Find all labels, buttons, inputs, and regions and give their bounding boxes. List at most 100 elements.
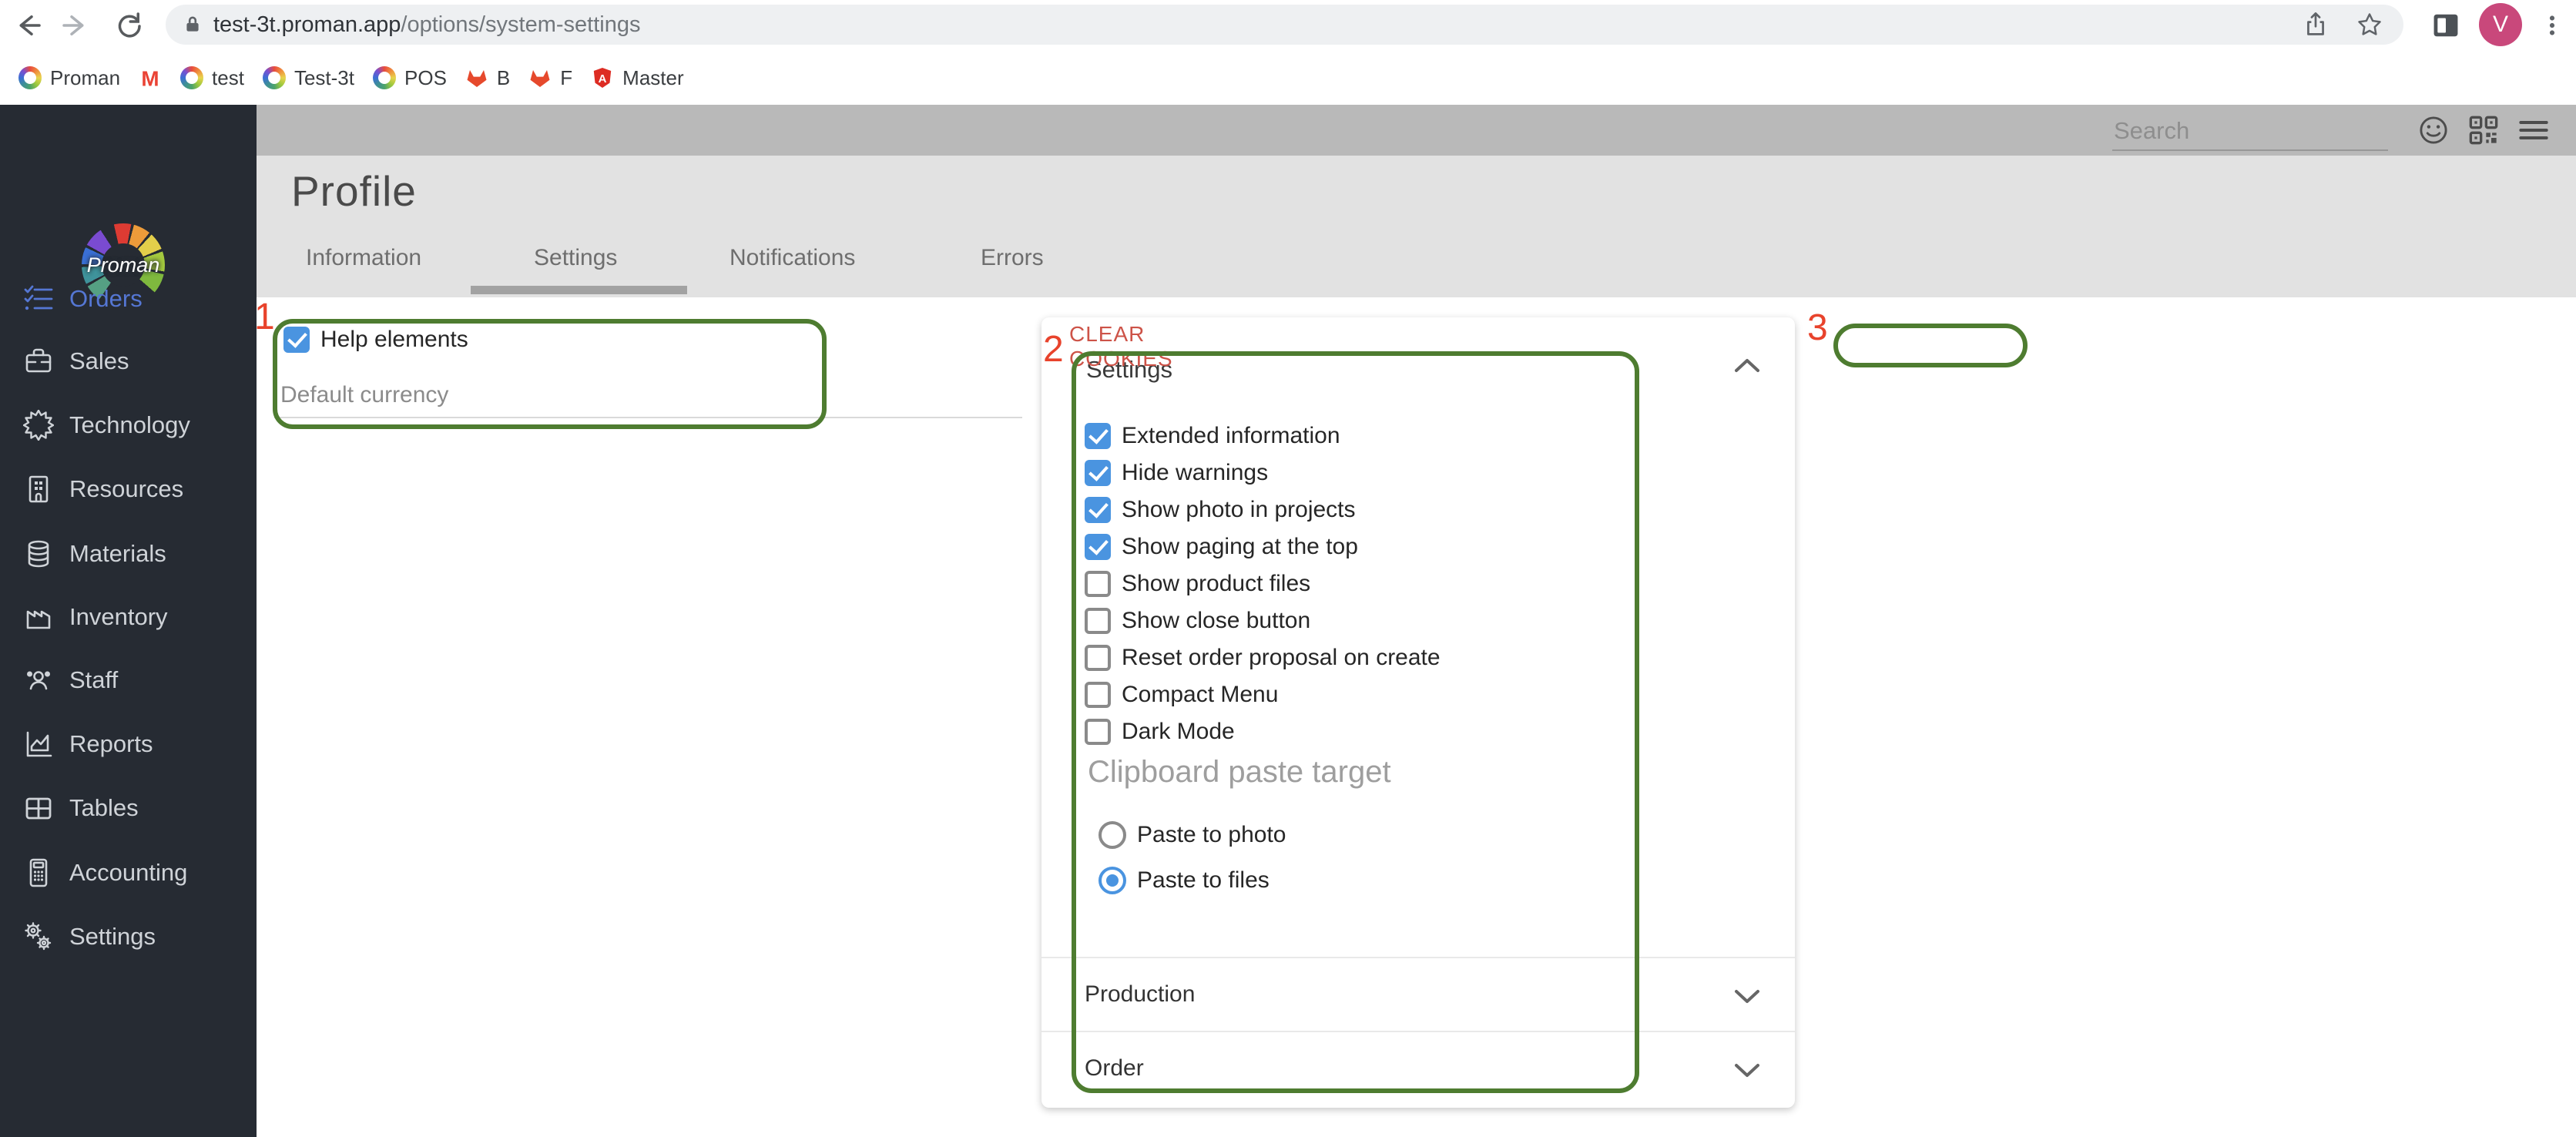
bookmark-b[interactable]: B bbox=[465, 66, 510, 90]
order-section-header[interactable]: Order bbox=[1085, 1055, 1144, 1082]
extended-information-checkbox[interactable] bbox=[1085, 423, 1111, 449]
proman-ring-icon bbox=[18, 66, 42, 89]
show-close-button-checkbox[interactable] bbox=[1085, 608, 1111, 634]
share-icon[interactable] bbox=[2302, 11, 2329, 39]
help-elements-checkbox[interactable] bbox=[283, 327, 310, 353]
search-input[interactable] bbox=[2112, 111, 2391, 151]
help-elements-row[interactable]: Help elements bbox=[283, 326, 468, 354]
clipboard-paste-target-heading: Clipboard paste target bbox=[1088, 755, 1391, 789]
bookmark-pos[interactable]: POS bbox=[373, 66, 447, 90]
title-zone: Profile Information Settings Notificatio… bbox=[257, 156, 2576, 297]
annotation-number-1: 1 bbox=[254, 297, 275, 337]
tab-notifications[interactable]: Notifications bbox=[730, 245, 855, 271]
chevron-down-icon[interactable] bbox=[1734, 989, 1760, 1005]
proman-ring-icon bbox=[180, 66, 204, 89]
sidebar-item-settings[interactable]: Settings bbox=[0, 911, 257, 962]
calculator-icon bbox=[23, 857, 54, 888]
sidebar: Proman Orders Sales Technology Resources… bbox=[0, 105, 257, 1137]
sidebar-item-accounting[interactable]: Accounting bbox=[0, 847, 257, 898]
settings-card: Settings Extended information Hide warni… bbox=[1041, 317, 1795, 1108]
bookmark-test[interactable]: test bbox=[180, 66, 244, 90]
checkbox-row[interactable]: Show product files bbox=[1085, 570, 1310, 598]
show-product-files-checkbox[interactable] bbox=[1085, 571, 1111, 597]
clear-cookies-button[interactable]: CLEAR COOKIES bbox=[1069, 322, 1254, 371]
smiley-icon[interactable] bbox=[2418, 115, 2449, 146]
sidebar-item-orders[interactable]: Orders bbox=[0, 273, 257, 324]
tab-settings[interactable]: Settings bbox=[534, 245, 617, 271]
bookmark-proman[interactable]: Proman bbox=[18, 66, 120, 90]
browser-profile-avatar[interactable]: V bbox=[2479, 3, 2522, 46]
angular-shield-icon: A bbox=[591, 66, 614, 89]
back-icon[interactable] bbox=[12, 10, 43, 41]
help-elements-label: Help elements bbox=[320, 327, 468, 352]
main-content: Help elements Default currency Settings … bbox=[254, 297, 2576, 1137]
tab-errors[interactable]: Errors bbox=[981, 245, 1044, 271]
bookmark-star-icon[interactable] bbox=[2356, 11, 2383, 39]
svg-text:M: M bbox=[141, 67, 159, 89]
bookmarks-bar: Proman M test Test-3t POS B F A Master bbox=[0, 51, 2576, 105]
sidebar-item-reports[interactable]: Reports bbox=[0, 719, 257, 770]
svg-text:A: A bbox=[599, 72, 607, 86]
briefcase-icon bbox=[23, 346, 54, 377]
gitlab-fox-icon bbox=[465, 66, 488, 89]
show-paging-at-top-checkbox[interactable] bbox=[1085, 534, 1111, 560]
checkbox-row[interactable]: Dark Mode bbox=[1085, 718, 1235, 746]
default-currency-label: Default currency bbox=[280, 382, 449, 408]
hamburger-icon[interactable] bbox=[2518, 115, 2549, 146]
prochef-ring-icon bbox=[373, 66, 396, 89]
annotation-number-3: 3 bbox=[1807, 307, 1828, 348]
show-photo-in-projects-checkbox[interactable] bbox=[1085, 497, 1111, 523]
database-icon bbox=[23, 538, 54, 569]
url-text: test-3t.proman.app/options/system-settin… bbox=[213, 12, 641, 37]
sidebar-item-inventory[interactable]: Inventory bbox=[0, 592, 257, 642]
paste-to-photo-radio[interactable] bbox=[1098, 821, 1126, 849]
divider bbox=[1041, 1031, 1795, 1032]
url-bar[interactable]: test-3t.proman.app/options/system-settin… bbox=[166, 5, 2403, 45]
bookmark-f[interactable]: F bbox=[528, 66, 572, 90]
reset-order-proposal-checkbox[interactable] bbox=[1085, 645, 1111, 671]
annotation-box-3 bbox=[1833, 324, 2028, 367]
checkbox-row[interactable]: Hide warnings bbox=[1085, 459, 1268, 487]
table-grid-icon bbox=[23, 793, 54, 823]
checkbox-row[interactable]: Show close button bbox=[1085, 607, 1310, 635]
compact-menu-checkbox[interactable] bbox=[1085, 682, 1111, 708]
checkbox-row[interactable]: Reset order proposal on create bbox=[1085, 644, 1441, 672]
checkbox-row[interactable]: Extended information bbox=[1085, 422, 1340, 450]
hide-warnings-checkbox[interactable] bbox=[1085, 460, 1111, 486]
radio-row[interactable]: Paste to files bbox=[1098, 867, 1270, 894]
building-icon bbox=[23, 474, 54, 505]
bookmark-gmail[interactable]: M bbox=[139, 66, 162, 89]
chart-icon bbox=[23, 729, 54, 760]
page-title: Profile bbox=[291, 167, 417, 215]
browser-toolbar: test-3t.proman.app/options/system-settin… bbox=[0, 0, 2576, 51]
sidebar-item-staff[interactable]: Staff bbox=[0, 655, 257, 706]
chevron-up-icon[interactable] bbox=[1734, 357, 1760, 373]
radio-row[interactable]: Paste to photo bbox=[1098, 821, 1286, 849]
tab-information[interactable]: Information bbox=[306, 245, 421, 271]
default-currency-input[interactable] bbox=[274, 417, 1022, 418]
gitlab-fox-icon bbox=[528, 66, 552, 89]
active-tab-indicator bbox=[471, 286, 687, 294]
checkbox-row[interactable]: Show paging at the top bbox=[1085, 533, 1358, 561]
browser-menu-icon[interactable] bbox=[2537, 11, 2568, 42]
sidebar-item-tables[interactable]: Tables bbox=[0, 783, 257, 833]
annotation-number-2: 2 bbox=[1043, 329, 1064, 370]
bookmark-test-3t[interactable]: Test-3t bbox=[262, 66, 354, 90]
sidebar-item-materials[interactable]: Materials bbox=[0, 528, 257, 579]
chevron-down-icon[interactable] bbox=[1734, 1063, 1760, 1078]
paste-to-files-radio[interactable] bbox=[1098, 867, 1126, 894]
production-section-header[interactable]: Production bbox=[1085, 981, 1195, 1008]
checkbox-row[interactable]: Compact Menu bbox=[1085, 681, 1278, 709]
bookmark-master[interactable]: A Master bbox=[591, 66, 684, 90]
sidebar-item-technology[interactable]: Technology bbox=[0, 400, 257, 451]
side-panel-icon[interactable] bbox=[2431, 11, 2462, 42]
gmail-icon: M bbox=[139, 66, 162, 89]
qr-grid-icon[interactable] bbox=[2468, 115, 2499, 146]
sidebar-item-resources[interactable]: Resources bbox=[0, 464, 257, 515]
forward-icon[interactable] bbox=[60, 10, 91, 41]
checklist-icon bbox=[23, 283, 54, 314]
dark-mode-checkbox[interactable] bbox=[1085, 719, 1111, 745]
reload-icon[interactable] bbox=[111, 10, 142, 41]
checkbox-row[interactable]: Show photo in projects bbox=[1085, 496, 1356, 524]
sidebar-item-sales[interactable]: Sales bbox=[0, 336, 257, 387]
